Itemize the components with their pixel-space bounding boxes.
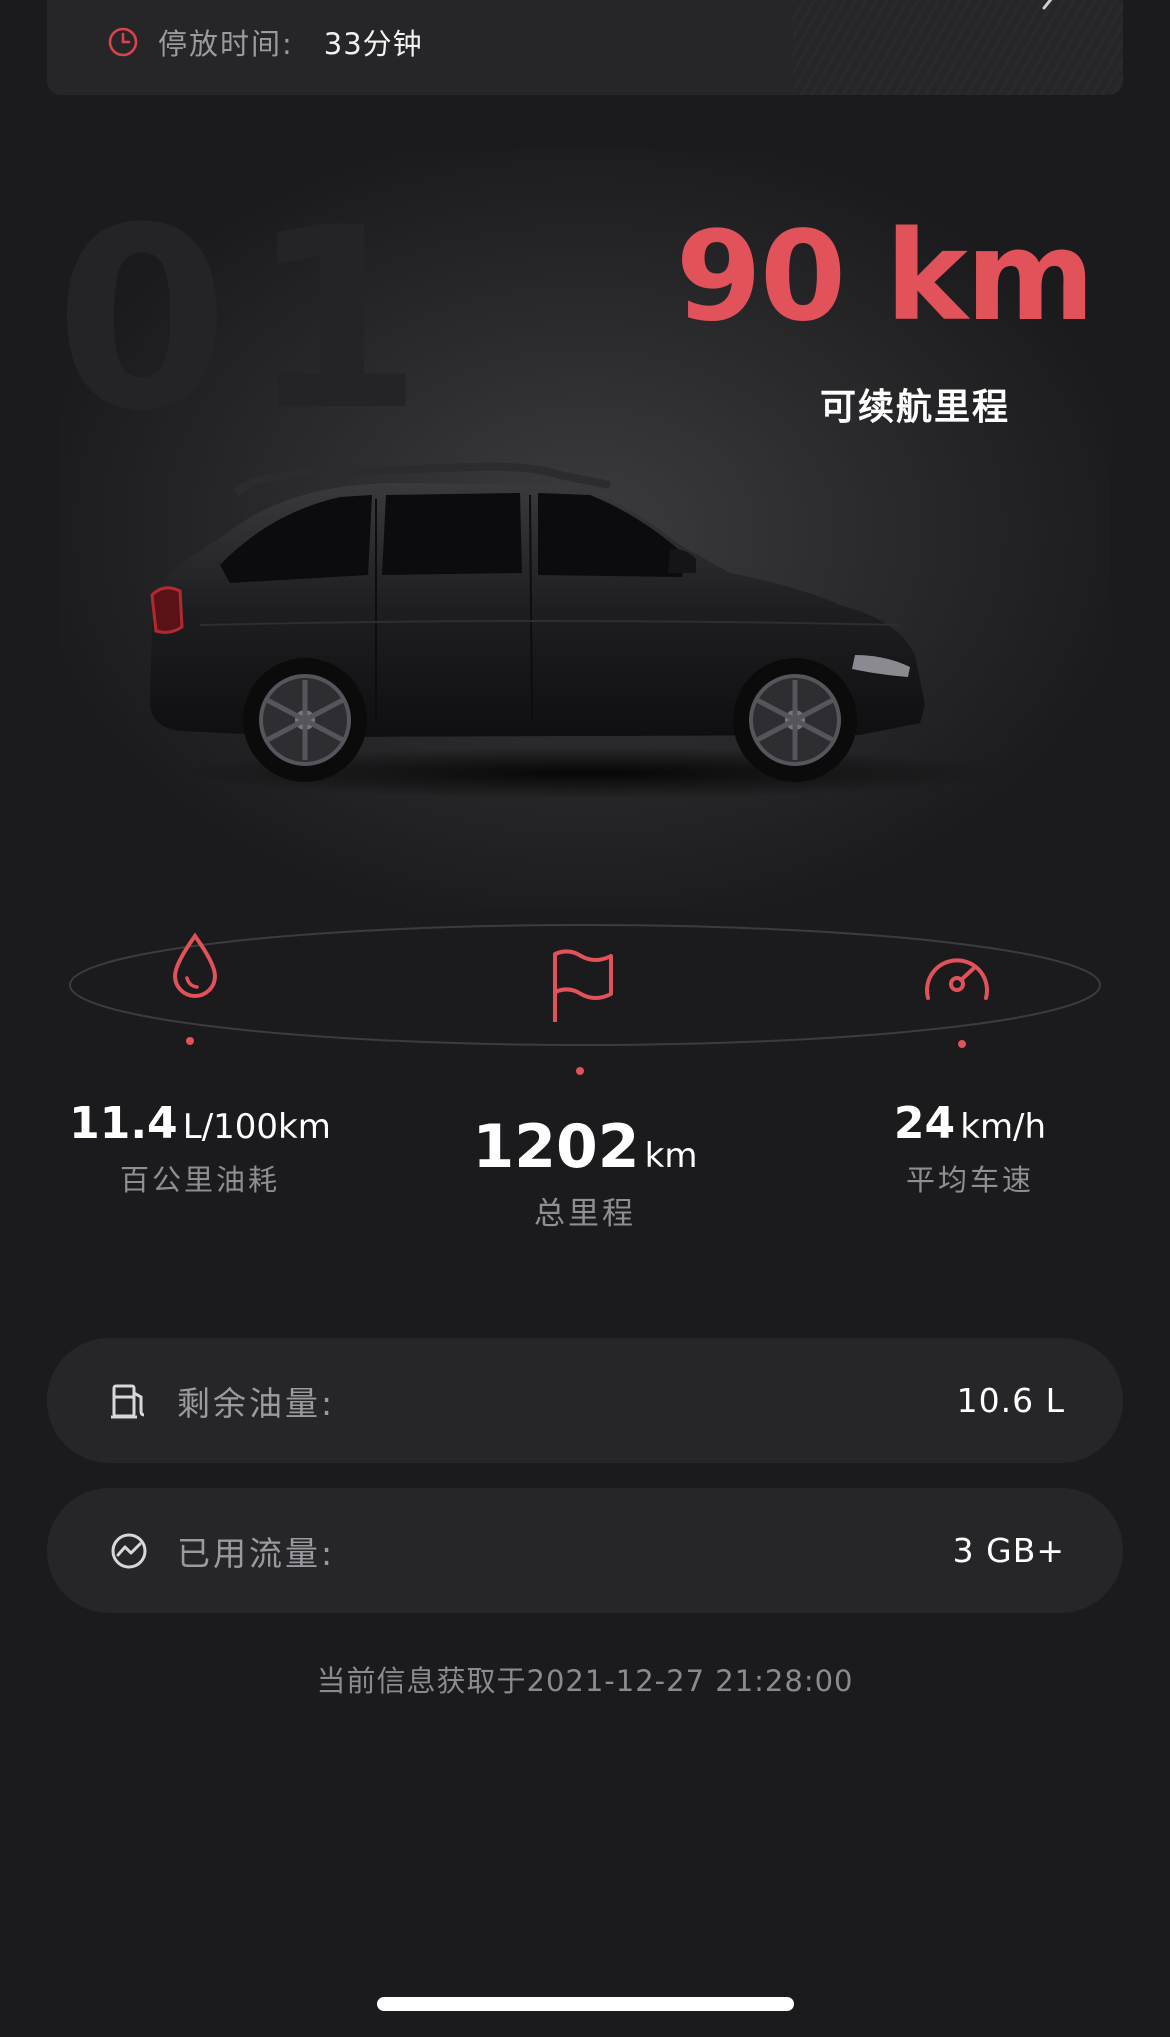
stat-fuel-consumption: 11.4 L/100km 百公里油耗 <box>40 1098 360 1199</box>
fuel-pump-icon <box>111 1384 145 1418</box>
fuel-consumption-unit: L/100km <box>182 1107 331 1147</box>
home-indicator[interactable] <box>377 1997 794 2011</box>
total-mileage-label: 总里程 <box>534 1196 636 1232</box>
data-usage-label: 已用流量: <box>177 1533 336 1573</box>
flag-icon <box>553 949 613 1022</box>
total-mileage-unit: km <box>644 1136 698 1176</box>
parking-duration-label: 停放时间: <box>158 27 294 61</box>
last-updated-timestamp: 当前信息获取于2021-12-27 21:28:00 <box>316 1664 854 1698</box>
range-label: 可续航里程 <box>819 387 1010 428</box>
fuel-consumption-label: 百公里油耗 <box>119 1163 280 1197</box>
average-speed-unit: km/h <box>960 1107 1047 1147</box>
stat-average-speed: 24 km/h 平均车速 <box>820 1098 1120 1199</box>
card-texture <box>793 0 1123 95</box>
parking-duration-value: 33分钟 <box>323 27 423 61</box>
stat-total-mileage: 1202 km 总里程 <box>420 1112 750 1233</box>
average-speed-label: 平均车速 <box>905 1163 1034 1197</box>
chevron-right-icon[interactable] <box>1038 0 1062 12</box>
parking-duration-row: 停放时间: 33分钟 <box>106 22 423 62</box>
fuel-remaining-label: 剩余油量: <box>177 1383 336 1423</box>
clock-icon <box>108 27 138 57</box>
speedometer-icon <box>925 958 989 1000</box>
car-image <box>150 462 1000 799</box>
data-usage-row[interactable]: 已用流量: 3 GB+ <box>47 1488 1123 1613</box>
fuel-remaining-value: 10.6 L <box>956 1381 1065 1420</box>
total-mileage-value: 1202 <box>472 1112 640 1182</box>
range-value: 90 km <box>675 205 1095 349</box>
fuel-consumption-value: 11.4 <box>69 1098 178 1149</box>
droplet-icon <box>172 932 218 998</box>
model-watermark: 01 <box>55 174 443 465</box>
average-speed-value: 24 <box>893 1098 956 1149</box>
data-usage-value: 3 GB+ <box>952 1531 1065 1570</box>
fuel-remaining-row[interactable]: 剩余油量: 10.6 L <box>47 1338 1123 1463</box>
data-usage-icon <box>111 1533 147 1568</box>
